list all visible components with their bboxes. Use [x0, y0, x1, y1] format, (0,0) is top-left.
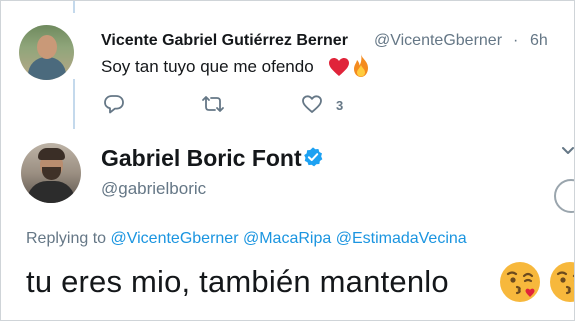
- tweet-thread: Vicente Gabriel Gutiérrez Berner @Vicent…: [0, 0, 575, 321]
- chevron-down-icon[interactable]: [561, 146, 575, 156]
- heart-icon: [302, 95, 322, 113]
- avatar-vicente[interactable]: [19, 25, 74, 80]
- tweet1-display-name[interactable]: Vicente Gabriel Gutiérrez Berner: [101, 32, 348, 50]
- like-count: 3: [336, 98, 344, 113]
- red-heart-emoji: [329, 58, 349, 76]
- fire-emoji: [354, 54, 368, 77]
- tweet2-text: tu eres mio, también mantenlo: [26, 264, 449, 299]
- tweet1-handle[interactable]: @VicenteGberner: [374, 32, 502, 50]
- avatar-gabriel[interactable]: [21, 143, 81, 203]
- reply-button[interactable]: [103, 94, 125, 114]
- verified-badge-icon: [304, 147, 323, 167]
- follow-button[interactable]: [554, 179, 574, 213]
- tweet1-separator: ·: [513, 32, 519, 49]
- face-blowing-kiss-emoji: [550, 262, 574, 302]
- like-button[interactable]: [301, 94, 323, 114]
- face-blowing-kiss-emoji: [500, 262, 540, 302]
- mention-link[interactable]: @VicenteGberner: [111, 230, 239, 247]
- tweet1-timestamp[interactable]: 6h: [530, 32, 548, 50]
- thread-connector: [73, 79, 75, 129]
- tweet2-handle[interactable]: @gabrielboric: [101, 179, 206, 199]
- tweet1-text: Soy tan tuyo que me ofendo: [101, 57, 314, 76]
- retweet-icon: [202, 96, 224, 112]
- tweet2-display-name[interactable]: Gabriel Boric Font: [101, 145, 302, 172]
- mention-link[interactable]: @EstimadaVecina: [336, 230, 467, 247]
- mention-link[interactable]: @MacaRipa: [243, 230, 331, 247]
- thread-connector-top: [73, 1, 75, 13]
- replying-to-label: Replying to: [26, 230, 107, 247]
- replying-to-line: Replying to @VicenteGberner @MacaRipa @E…: [26, 230, 467, 248]
- reply-icon: [104, 95, 124, 114]
- retweet-button[interactable]: [200, 94, 226, 114]
